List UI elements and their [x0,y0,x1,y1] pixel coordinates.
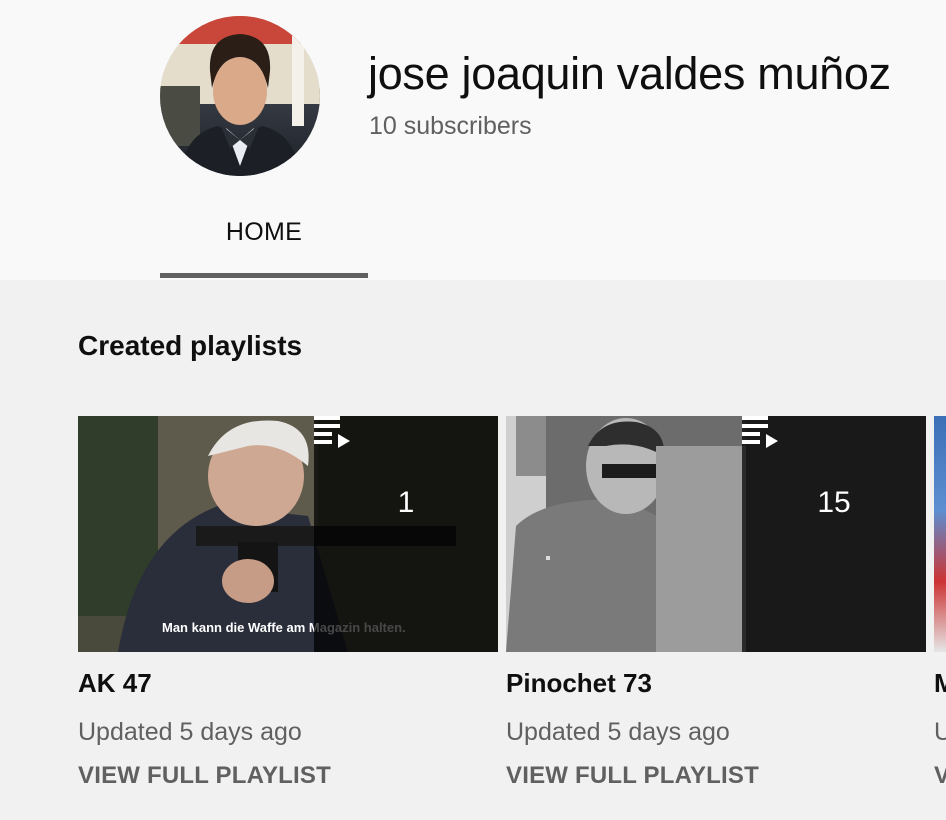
video-count: 1 [397,486,415,519]
view-full-playlist-link[interactable]: VIEW FULL PLAYLIST [506,762,759,790]
tab-selected-indicator [160,273,368,278]
subscriber-count: 10 subscribers [369,112,532,140]
tab-home[interactable]: HOME [160,212,368,278]
shelf-title: Created playlists [78,330,303,361]
playlist-play-icon [314,416,350,448]
playlist-card: M U V [934,416,946,820]
playlist-thumbnail[interactable]: 15 [506,416,926,652]
playlist-title[interactable]: Pinochet 73 [506,668,652,699]
avatar-photo [160,16,320,176]
playlist-title[interactable]: AK 47 [78,668,152,699]
playlist-play-icon [742,416,778,448]
playlist-updated: Updated 5 days ago [78,718,302,746]
view-full-playlist-link[interactable]: VIEW FULL PLAYLIST [78,762,331,790]
playlist-card: Man kann die Waffe am Magazin halten. 1 … [78,416,498,820]
playlist-updated: U [934,718,946,746]
playlist-updated: Updated 5 days ago [506,718,730,746]
playlist-thumbnail[interactable] [934,416,946,652]
channel-header: jose joaquin valdes muñoz 10 subscribers… [0,0,946,280]
channel-avatar[interactable] [160,16,320,176]
playlist-card: 15 Pinochet 73 Updated 5 days ago VIEW F… [506,416,926,820]
playlist-thumbnail[interactable]: Man kann die Waffe am Magazin halten. 1 [78,416,498,652]
view-full-playlist-link[interactable]: V [934,762,946,790]
tab-home-label: HOME [225,218,303,246]
playlist-overlay: 15 [742,416,926,652]
playlist-title[interactable]: M [934,668,946,699]
channel-name: jose joaquin valdes muñoz [368,48,891,99]
playlist-overlay: 1 [314,416,498,652]
video-count: 15 [817,486,851,519]
